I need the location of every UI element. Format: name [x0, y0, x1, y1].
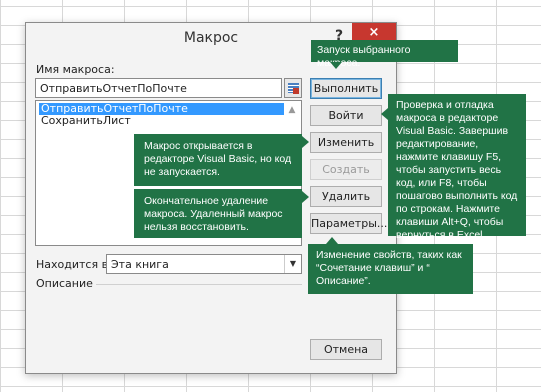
collapse-dialog-button[interactable] [284, 78, 302, 98]
delete-button[interactable]: Удалить [310, 186, 382, 207]
location-label: Находится в: [36, 258, 112, 271]
options-button[interactable]: Параметры... [310, 213, 387, 234]
macro-name-input[interactable]: ОтправитьОтчетПоПочте [35, 78, 282, 98]
chevron-down-icon[interactable]: ▼ [284, 255, 301, 273]
location-select[interactable]: Эта книга ▼ [106, 254, 302, 274]
cancel-button[interactable]: Отмена [310, 339, 382, 360]
callout-options: Изменение свойств, таких как “Сочетание … [308, 244, 473, 294]
callout-run: Запуск выбранного макроса. [311, 40, 458, 69]
scroll-up-icon[interactable]: ▲ [285, 103, 299, 117]
edit-button[interactable]: Изменить [310, 132, 382, 153]
description-label: Описание [36, 277, 93, 290]
callout-step-into: Проверка и отладка макроса в редакторе V… [388, 94, 526, 241]
callout-edit: Макрос открывается в редакторе Visual Ba… [134, 134, 302, 186]
callout-options-pointer [326, 237, 338, 244]
step-into-button[interactable]: Войти [310, 105, 382, 126]
callout-step-into-pointer [381, 108, 388, 120]
callout-delete: Окончательное удаление макроса. Удаленны… [134, 189, 302, 238]
callout-delete-pointer [302, 191, 309, 203]
range-select-arrow-icon [293, 88, 299, 94]
create-button[interactable]: Создать [310, 159, 382, 180]
callout-edit-pointer [302, 136, 309, 148]
callout-run-pointer [330, 62, 342, 69]
location-value: Эта книга [111, 258, 169, 271]
list-item[interactable]: СохранитьЛист [39, 115, 284, 127]
macro-name-label: Имя макроса: [36, 63, 115, 76]
description-divider [96, 284, 302, 285]
run-button[interactable]: Выполнить [310, 78, 382, 99]
